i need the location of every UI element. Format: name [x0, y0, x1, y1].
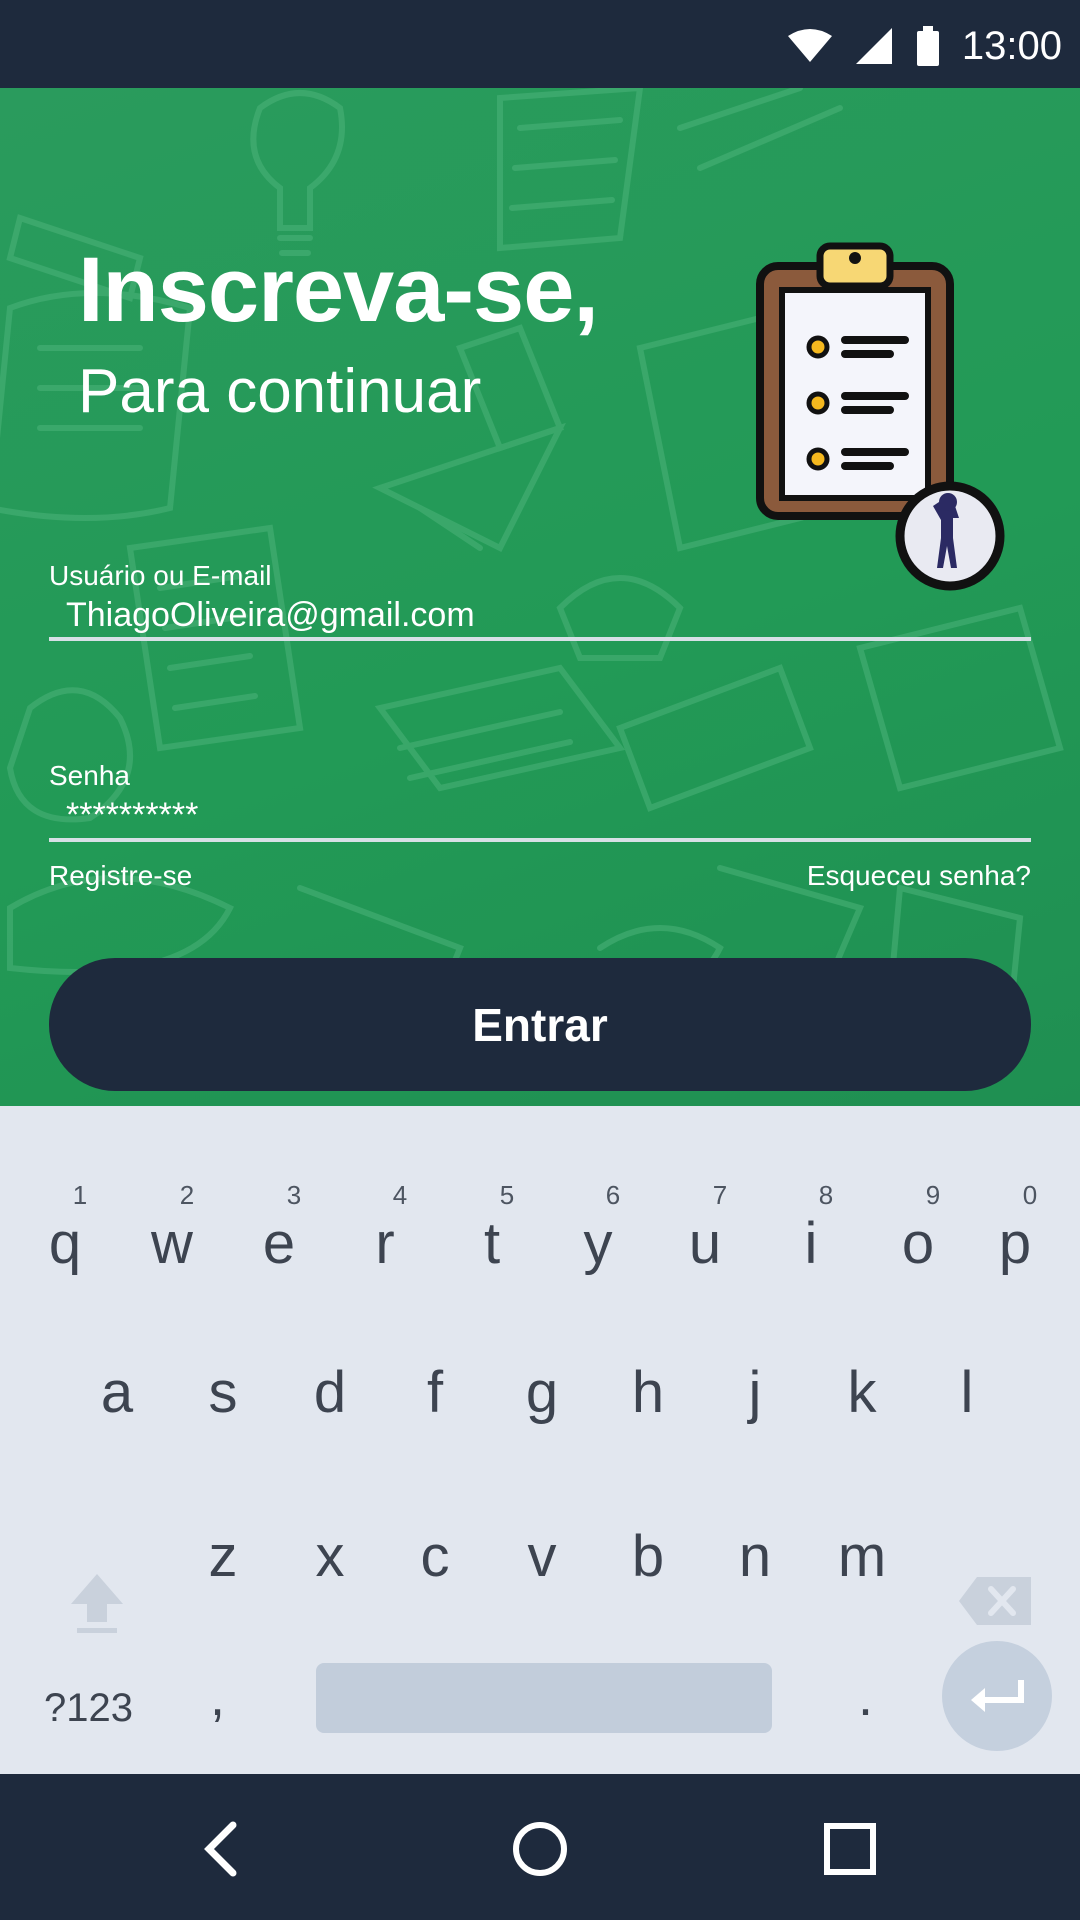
forgot-password-link[interactable]: Esqueceu senha? [807, 860, 1031, 892]
status-bar: 13:00 [0, 0, 1080, 88]
key-o[interactable]: 9o [873, 1160, 963, 1290]
key-r[interactable]: 4r [340, 1160, 430, 1290]
key-hint: 6 [605, 1180, 621, 1210]
back-icon [204, 1821, 237, 1877]
key-label: r [375, 1211, 395, 1276]
key-c[interactable]: c [390, 1492, 480, 1622]
key-n[interactable]: n [710, 1492, 800, 1622]
home-icon [513, 1822, 567, 1876]
key-v[interactable]: v [497, 1492, 587, 1622]
key-w[interactable]: 2w [127, 1160, 217, 1290]
key-hint: 8 [818, 1180, 834, 1210]
key-hint: 4 [392, 1180, 408, 1210]
enter-key[interactable] [942, 1641, 1052, 1751]
key-hint: 5 [499, 1180, 515, 1210]
recents-button[interactable] [810, 1809, 890, 1889]
key-a[interactable]: a [72, 1328, 162, 1458]
key-b[interactable]: b [603, 1492, 693, 1622]
back-button[interactable] [180, 1809, 260, 1889]
key-hint: 3 [286, 1180, 302, 1210]
key-label: t [483, 1211, 501, 1276]
status-time: 13:00 [961, 23, 1062, 68]
key-d[interactable]: d [285, 1328, 375, 1458]
key-hint: 9 [925, 1180, 941, 1210]
key-u[interactable]: 7u [660, 1160, 750, 1290]
username-input[interactable]: ThiagoOliveira@gmail.com [66, 596, 475, 635]
login-button[interactable]: Entrar [49, 958, 1031, 1091]
clipboard-checklist-icon [756, 242, 1005, 591]
key-f[interactable]: f [390, 1328, 480, 1458]
register-link[interactable]: Registre-se [49, 860, 192, 892]
home-button[interactable] [500, 1809, 580, 1889]
key-g[interactable]: g [497, 1328, 587, 1458]
key-i[interactable]: 8i [766, 1160, 856, 1290]
page-title: Inscreva-se, [78, 239, 599, 341]
key-l[interactable]: l [922, 1328, 1012, 1458]
password-underline [49, 838, 1031, 842]
key-e[interactable]: 3e [234, 1160, 324, 1290]
key-s[interactable]: s [178, 1328, 268, 1458]
key-label: q [48, 1211, 82, 1276]
wifi-icon [787, 29, 832, 62]
period-key[interactable]: . [858, 1666, 873, 1728]
key-hint: 1 [72, 1180, 88, 1210]
key-label: e [262, 1211, 296, 1276]
key-q[interactable]: 1q [20, 1160, 110, 1290]
navigation-bar [0, 1774, 1080, 1920]
key-p[interactable]: 0p [970, 1160, 1060, 1290]
key-label: u [688, 1211, 722, 1276]
key-h[interactable]: h [603, 1328, 693, 1458]
space-bar[interactable] [316, 1663, 772, 1733]
shift-key[interactable] [52, 1536, 142, 1666]
username-label: Usuário ou E-mail [49, 560, 272, 591]
symbols-key[interactable]: ?123 [44, 1686, 133, 1731]
key-k[interactable]: k [817, 1328, 907, 1458]
password-label: Senha [49, 760, 130, 791]
backspace-icon [959, 1577, 1031, 1625]
key-label: p [998, 1211, 1032, 1276]
key-label: i [804, 1211, 818, 1276]
comma-key[interactable]: , [210, 1666, 225, 1728]
key-x[interactable]: x [285, 1492, 375, 1622]
key-j[interactable]: j [710, 1328, 800, 1458]
recents-icon [824, 1823, 876, 1875]
key-label: w [151, 1211, 193, 1276]
key-label: o [901, 1211, 935, 1276]
key-z[interactable]: z [178, 1492, 268, 1622]
password-input[interactable]: ********** [66, 796, 198, 835]
key-t[interactable]: 5t [447, 1160, 537, 1290]
key-y[interactable]: 6y [553, 1160, 643, 1290]
key-hint: 7 [712, 1180, 728, 1210]
username-underline [49, 637, 1031, 641]
login-screen: Inscreva-se, Para continuar Usuário ou E… [0, 88, 1080, 1106]
enter-arrow-icon [971, 1680, 1024, 1712]
shift-arrow-icon [71, 1574, 123, 1633]
status-icons: 13:00 [787, 18, 1062, 74]
soft-keyboard: 1q2w3e4r5t6y7u8i9o0p asdfghjkl zxcvbnm ?… [0, 1106, 1080, 1774]
key-label: y [583, 1211, 613, 1276]
key-hint: 0 [1022, 1180, 1038, 1210]
battery-icon [916, 26, 939, 66]
key-m[interactable]: m [817, 1492, 907, 1622]
signal-icon [855, 28, 892, 64]
key-hint: 2 [179, 1180, 195, 1210]
page-subtitle: Para continuar [78, 357, 482, 426]
